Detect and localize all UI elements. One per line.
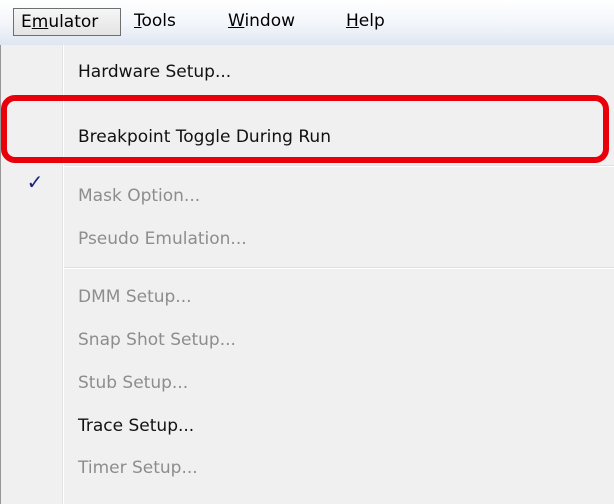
menu-separator	[64, 165, 614, 167]
menu-item-timer-setup[interactable]: Timer Setup...	[78, 448, 198, 488]
menu-item-pseudo-emulation[interactable]: Pseudo Emulation...	[78, 219, 247, 259]
checkmark-icon: ✓	[26, 170, 44, 194]
menu-left-border	[0, 45, 1, 504]
menu-help[interactable]: Help	[346, 8, 385, 36]
menu-window-accesskey: W	[228, 11, 245, 31]
emulator-dropdown-menu: Hardware Setup... ✓ Breakpoint Toggle Du…	[0, 45, 614, 504]
menu-help-accesskey: H	[346, 11, 359, 31]
menu-tools-accesskey: T	[134, 11, 142, 31]
menu-window-post: indow	[244, 11, 296, 31]
menu-tools[interactable]: Tools	[134, 8, 176, 36]
menu-item-trace-setup[interactable]: Trace Setup...	[78, 406, 194, 446]
menu-item-snap-shot-setup[interactable]: Snap Shot Setup...	[78, 320, 236, 360]
menu-separator	[64, 267, 614, 269]
menu-tools-post: ools	[141, 11, 176, 31]
menu-bar: Emulator Tools Window Help	[0, 0, 614, 45]
menu-icon-gutter-highlight	[63, 45, 64, 504]
menu-help-post: elp	[358, 11, 385, 31]
menu-emulator-post: ulator	[48, 12, 99, 32]
menu-item-dmm-setup[interactable]: DMM Setup...	[78, 277, 192, 317]
menu-item-breakpoint-toggle-during-run[interactable]: Breakpoint Toggle During Run	[78, 117, 331, 157]
menu-item-hardware-setup[interactable]: Hardware Setup...	[78, 52, 231, 92]
menu-emulator-pre: E	[21, 12, 32, 32]
menu-window[interactable]: Window	[228, 8, 295, 36]
menu-item-stub-setup[interactable]: Stub Setup...	[78, 363, 188, 403]
menu-item-mask-option[interactable]: Mask Option...	[78, 176, 200, 216]
menu-emulator[interactable]: Emulator	[13, 8, 121, 36]
menu-emulator-accesskey: m	[31, 12, 49, 32]
